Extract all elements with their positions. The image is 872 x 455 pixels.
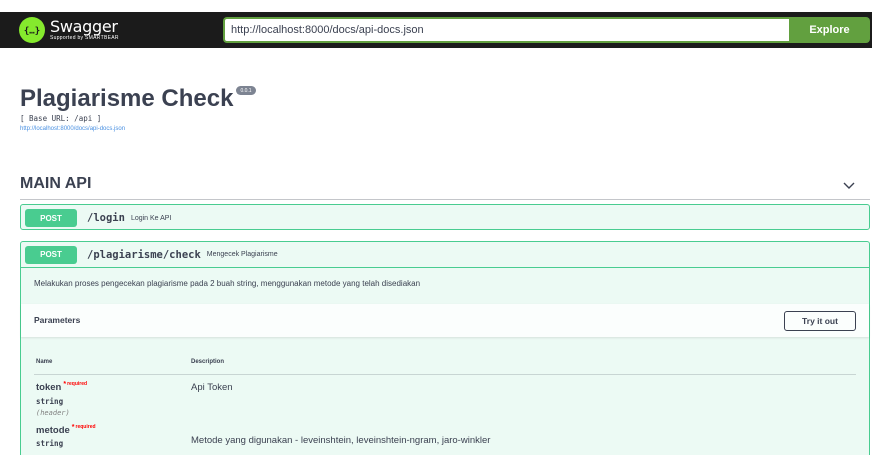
param-name: metode *required	[36, 424, 96, 436]
section-title: MAIN API	[20, 175, 92, 192]
required-star: *	[63, 381, 67, 388]
column-header-name: Name	[36, 359, 53, 365]
table-row: token *required string (header) Api Token	[34, 375, 856, 425]
param-description: Api Token	[191, 382, 233, 393]
version-badge: 0.0.1	[236, 86, 256, 95]
logo-subtitle: Supported by SMARTBEAR	[50, 35, 119, 41]
param-location: (header)	[36, 409, 70, 417]
docs-link[interactable]: http://localhost:8000/docs/api-docs.json	[20, 124, 256, 134]
spec-url-input[interactable]	[223, 17, 789, 43]
api-info: Plagiarisme Check 0.0.1 [ Base URL: /api…	[20, 84, 256, 134]
required-label: required	[75, 424, 96, 430]
operation-description: Melakukan proses pengecekan plagiarisme …	[34, 279, 421, 288]
column-header-description: Description	[191, 359, 225, 365]
operation-summary[interactable]: POST /login Login Ke API	[21, 205, 869, 231]
topbar: {…} Swagger Supported by SMARTBEAR Explo…	[0, 0, 872, 60]
svg-text:{…}: {…}	[24, 27, 40, 37]
operation-summary-text: Mengecek Plagiarisme	[206, 251, 278, 258]
param-name: token *required	[36, 381, 88, 393]
logo-name: Swagger	[50, 17, 118, 36]
param-type: string	[36, 439, 64, 448]
page-title: Plagiarisme Check	[20, 85, 234, 112]
operation-plagiarisme-check: POST /plagiarisme/check Mengecek Plagiar…	[20, 241, 870, 455]
operation-summary-text: Login Ke API	[130, 214, 172, 222]
base-url: [ Base URL: /api ]	[20, 114, 102, 123]
required-star: *	[71, 424, 75, 431]
table-header: Name Description	[34, 347, 856, 375]
section-header-main-api[interactable]: MAIN API	[20, 170, 870, 200]
operation-path: /plagiarisme/check	[87, 248, 201, 261]
parameters-table: Name Description token *required string (…	[34, 347, 856, 455]
method-badge: POST	[25, 209, 77, 227]
method-badge: POST	[25, 245, 77, 264]
parameters-header: Parameters Try it out	[21, 304, 869, 337]
param-description: Metode yang digunakan - leveinshtein, le…	[191, 435, 491, 446]
param-type: string	[36, 397, 64, 406]
swagger-logo-icon: {…}	[19, 17, 45, 43]
operation-path: /login	[87, 212, 125, 224]
chevron-down-icon[interactable]	[842, 178, 856, 192]
required-label: required	[67, 381, 88, 387]
parameters-title: Parameters	[34, 315, 81, 325]
try-it-out-button[interactable]: Try it out	[784, 311, 856, 331]
operation-login[interactable]: POST /login Login Ke API	[20, 204, 870, 230]
topbar-bar: {…} Swagger Supported by SMARTBEAR Explo…	[0, 12, 872, 48]
operation-summary[interactable]: POST /plagiarisme/check Mengecek Plagiar…	[21, 242, 869, 268]
table-row: metode *required string Metode yang digun…	[34, 424, 856, 455]
swagger-logo[interactable]: {…} Swagger Supported by SMARTBEAR	[19, 17, 119, 43]
explore-button[interactable]: Explore	[789, 17, 870, 43]
